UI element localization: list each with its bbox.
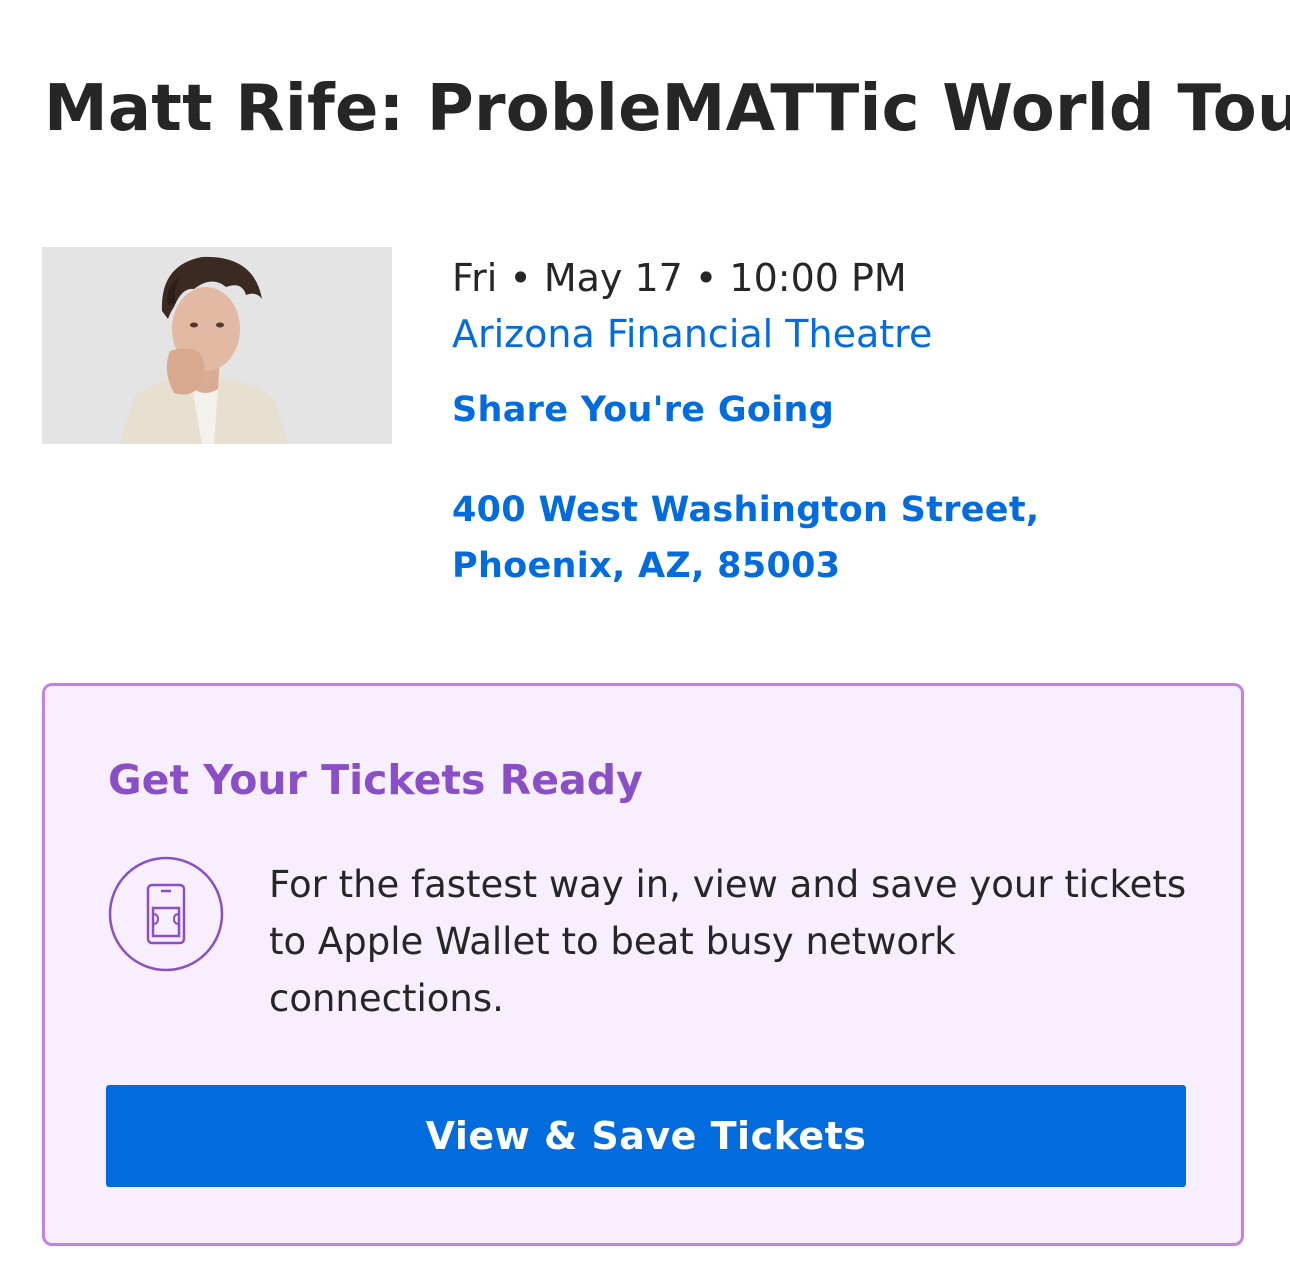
venue-link[interactable]: Arizona Financial Theatre <box>452 306 1242 362</box>
venue-address-link[interactable]: 400 West Washington Street, Phoenix, AZ,… <box>452 482 1212 594</box>
card-heading: Get Your Tickets Ready <box>108 756 643 804</box>
event-info: Fri • May 17 • 10:00 PM Arizona Financia… <box>452 250 1242 594</box>
event-datetime: Fri • May 17 • 10:00 PM <box>452 256 907 300</box>
phone-ticket-icon <box>108 856 224 972</box>
event-title: Matt Rife: ProbleMATTic World Tour <box>44 72 1290 146</box>
tickets-ready-card: Get Your Tickets Ready For the fastest w… <box>42 683 1244 1246</box>
performer-photo-icon <box>42 247 392 444</box>
share-going-link[interactable]: Share You're Going <box>452 382 1242 438</box>
view-save-tickets-button[interactable]: View & Save Tickets <box>106 1085 1186 1187</box>
card-message: For the fastest way in, view and save yo… <box>269 863 1187 1020</box>
event-image[interactable] <box>42 247 392 444</box>
